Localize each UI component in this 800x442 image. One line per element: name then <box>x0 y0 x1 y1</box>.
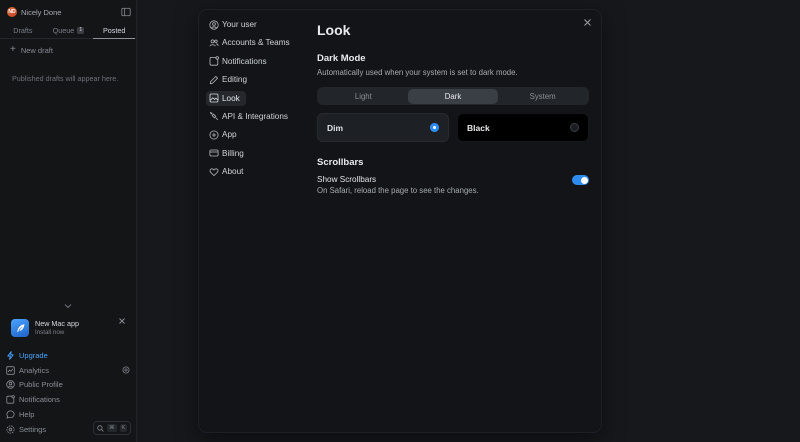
queue-count-badge: 1 <box>77 26 85 34</box>
gear-small-icon[interactable] <box>122 366 130 374</box>
show-scrollbars-label: Show Scrollbars <box>317 175 377 184</box>
tab-queue[interactable]: Queue 1 <box>46 22 92 38</box>
sidebar-item-label: Notifications <box>19 395 60 405</box>
show-scrollbars-description: On Safari, reload the page to see the ch… <box>317 186 479 195</box>
new-draft-button[interactable]: + New draft <box>10 45 53 55</box>
chart-icon <box>6 365 15 375</box>
theme-option-label: Black <box>467 122 490 133</box>
tab-label: Drafts <box>13 25 33 35</box>
settings-modal: Your user Accounts & Teams Notifications… <box>199 10 601 432</box>
user-circle-icon <box>209 19 219 30</box>
settings-nav-notifications[interactable]: Notifications <box>206 54 316 69</box>
sidebar-item-notifications[interactable]: Notifications <box>6 392 133 407</box>
sidebar-item-label: Settings <box>19 424 47 434</box>
settings-nav-accounts-teams[interactable]: Accounts & Teams <box>206 35 316 50</box>
radio-unselected[interactable] <box>570 123 579 132</box>
settings-nav-label: App <box>222 130 237 140</box>
settings-nav-label: Your user <box>222 20 257 29</box>
sidebar-item-label: Analytics <box>19 365 50 375</box>
image-icon <box>209 93 219 103</box>
theme-option-dim[interactable]: Dim <box>317 113 449 142</box>
plug-icon <box>209 111 219 121</box>
settings-nav-label: Notifications <box>222 56 267 66</box>
dark-mode-title: Dark Mode <box>317 53 366 64</box>
users-icon <box>209 38 219 48</box>
shortcut-mod-key: ⌘ <box>107 424 117 432</box>
tab-label: Queue <box>52 25 75 35</box>
empty-state-message: Published drafts will appear here. <box>12 74 119 83</box>
plus-icon: + <box>10 44 16 55</box>
toggle-knob <box>580 176 588 184</box>
search-icon <box>97 424 104 432</box>
tab-label: Posted <box>102 25 126 35</box>
tab-drafts[interactable]: Drafts <box>0 22 46 38</box>
settings-nav-label: Billing <box>222 148 244 158</box>
close-icon[interactable] <box>583 18 592 27</box>
notification-icon <box>209 56 219 66</box>
draft-tabs: Drafts Queue 1 Posted <box>0 22 137 39</box>
appearance-segmented-control: Light Dark System <box>317 87 589 105</box>
settings-nav-api-integrations[interactable]: API & Integrations <box>206 109 316 124</box>
settings-nav-about[interactable]: About <box>206 164 316 179</box>
sidebar-item-label: Public Profile <box>19 380 63 390</box>
heart-icon <box>209 167 219 177</box>
feather-icon <box>11 319 29 337</box>
settings-nav-your-user[interactable]: Your user <box>206 17 316 32</box>
sidebar: ND Nicely Done Drafts Queue 1 Posted + Ne… <box>0 0 137 442</box>
new-draft-label: New draft <box>20 45 53 55</box>
dark-mode-description: Automatically used when your system is s… <box>317 68 518 77</box>
bolt-icon <box>6 351 15 360</box>
chevron-down-icon[interactable] <box>63 302 73 310</box>
sidebar-item-label: Upgrade <box>19 350 48 360</box>
account-name[interactable]: Nicely Done <box>21 8 121 17</box>
close-icon[interactable] <box>118 317 126 325</box>
settings-nav-label: Accounts & Teams <box>222 38 290 48</box>
page-title: Look <box>317 22 351 38</box>
segment-light[interactable]: Light <box>319 89 409 104</box>
sidebar-item-analytics[interactable]: Analytics <box>6 363 133 378</box>
settings-nav: Your user Accounts & Teams Notifications… <box>206 17 316 183</box>
segment-dark[interactable]: Dark <box>408 88 498 104</box>
mac-app-promo[interactable]: New Mac app Install now <box>4 312 133 344</box>
credit-card-icon <box>209 148 219 158</box>
sidebar-toggle-icon[interactable] <box>121 7 131 17</box>
sidebar-item-public-profile[interactable]: Public Profile <box>6 378 133 393</box>
account-header[interactable]: ND Nicely Done <box>7 5 131 19</box>
bell-icon <box>6 395 15 404</box>
settings-nav-app[interactable]: App <box>206 127 316 142</box>
theme-option-label: Dim <box>327 122 344 133</box>
user-circle-icon <box>6 380 15 390</box>
promo-subtitle: Install now <box>35 329 65 336</box>
show-scrollbars-toggle[interactable] <box>572 175 589 185</box>
sidebar-item-label: Help <box>19 410 35 420</box>
segment-system[interactable]: System <box>498 89 588 104</box>
sidebar-item-help[interactable]: Help <box>6 407 133 422</box>
pencil-icon <box>209 75 219 85</box>
search-button[interactable]: ⌘ K <box>93 421 131 435</box>
theme-option-black[interactable]: Black <box>457 113 589 142</box>
gear-icon <box>6 425 15 434</box>
settings-nav-label: API & Integrations <box>222 111 288 121</box>
scrollbars-title: Scrollbars <box>317 157 364 168</box>
settings-nav-label: Editing <box>222 75 248 85</box>
chat-bubble-icon <box>6 410 15 419</box>
plus-circle-icon <box>209 130 219 140</box>
promo-title: New Mac app <box>35 319 79 328</box>
settings-nav-billing[interactable]: Billing <box>206 146 316 161</box>
settings-nav-label: About <box>222 167 244 177</box>
settings-nav-editing[interactable]: Editing <box>206 72 316 87</box>
tab-posted[interactable]: Posted <box>91 22 137 39</box>
settings-nav-look[interactable]: Look <box>206 90 246 106</box>
radio-selected[interactable] <box>430 123 439 132</box>
shortcut-key: K <box>119 424 128 432</box>
avatar[interactable]: ND <box>7 7 17 17</box>
settings-nav-label: Look <box>222 93 240 103</box>
sidebar-item-upgrade[interactable]: Upgrade <box>6 348 133 363</box>
